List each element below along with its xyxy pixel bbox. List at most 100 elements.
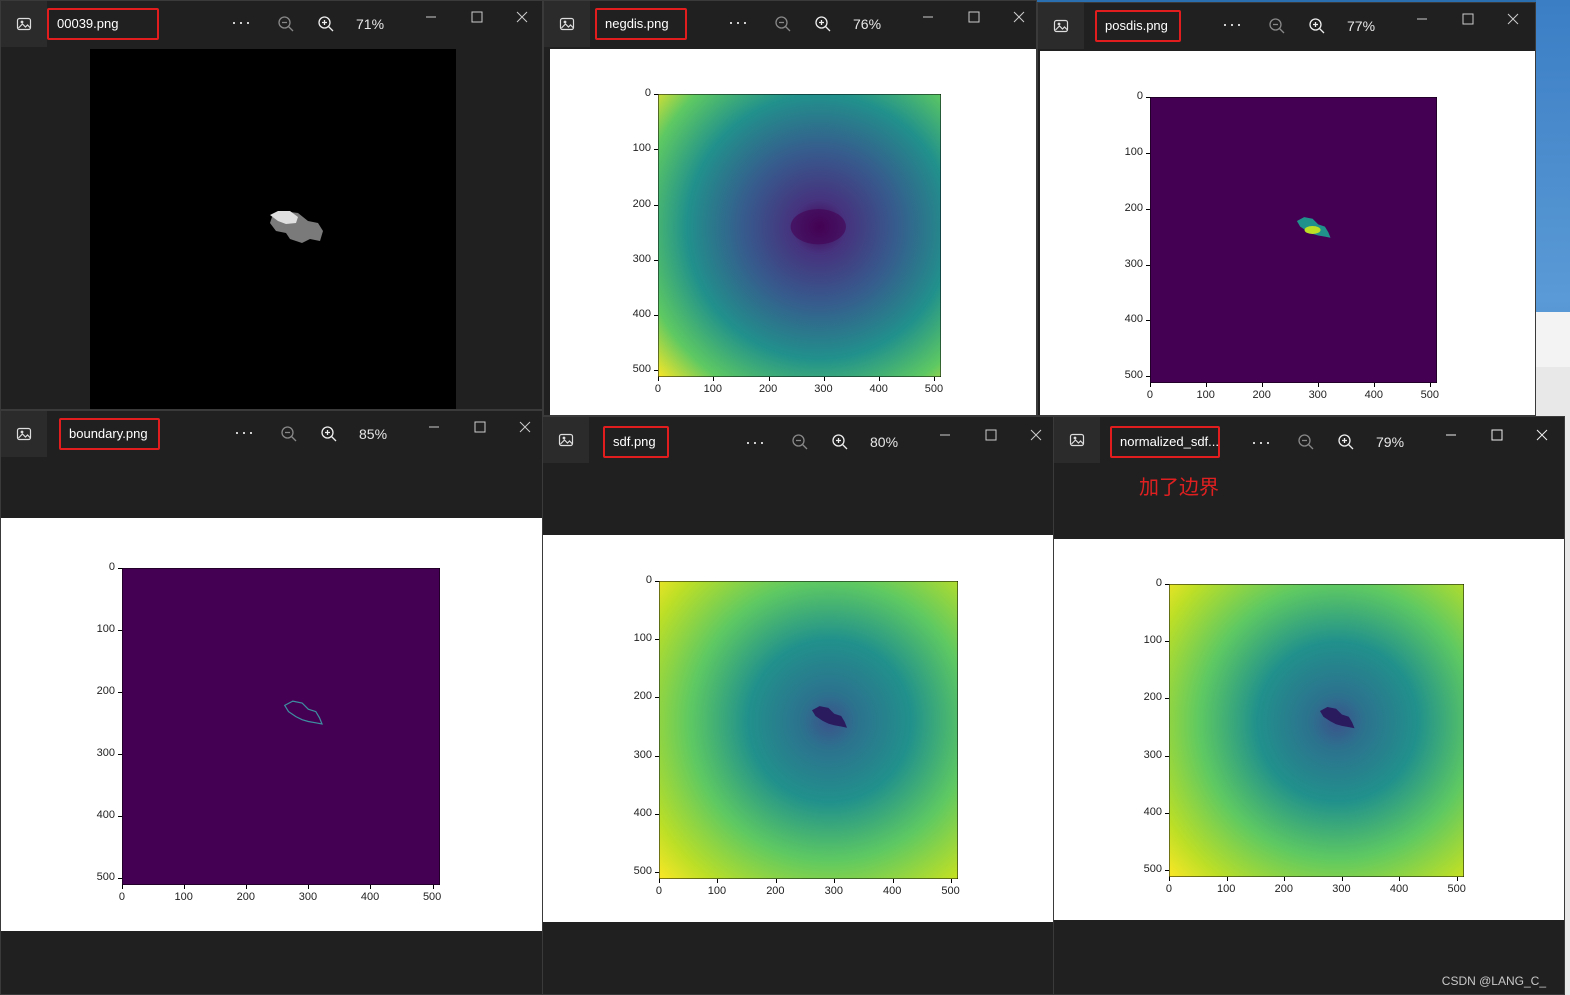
- close-icon[interactable]: [515, 417, 535, 437]
- image-app-icon: [1054, 417, 1100, 463]
- x-tick-label: 200: [1274, 883, 1293, 895]
- region-core: [790, 208, 846, 245]
- y-tick-label: 200: [632, 197, 651, 210]
- zoom-in-icon[interactable]: [317, 13, 335, 35]
- minimize-icon[interactable]: [918, 7, 938, 27]
- y-tick-mark: [1146, 97, 1150, 98]
- x-tick-label: 400: [882, 885, 902, 897]
- zoom-level[interactable]: 77%: [1347, 15, 1375, 37]
- more-options-button[interactable]: ···: [745, 431, 766, 453]
- more-options-button[interactable]: ···: [234, 421, 255, 443]
- y-tick-label: 200: [1124, 201, 1143, 214]
- maximize-icon[interactable]: [964, 7, 984, 27]
- file-tab[interactable]: 00039.png: [47, 8, 159, 40]
- y-tick-label: 100: [1124, 145, 1143, 158]
- y-tick-label: 100: [632, 142, 651, 155]
- x-tick-label: 0: [1165, 883, 1172, 895]
- title-bar[interactable]: negdis.png ··· 76%: [544, 1, 1036, 49]
- x-tick-label: 400: [869, 383, 888, 395]
- minimize-icon[interactable]: [1441, 425, 1461, 445]
- x-tick-mark: [370, 885, 372, 889]
- title-bar[interactable]: boundary.png ··· 85%: [1, 411, 542, 459]
- x-tick-mark: [768, 377, 770, 381]
- file-tab[interactable]: posdis.png: [1095, 10, 1181, 42]
- more-options-button[interactable]: ···: [231, 11, 252, 33]
- zoom-level[interactable]: 71%: [356, 13, 384, 35]
- minimize-icon[interactable]: [1412, 9, 1432, 29]
- y-tick-mark: [1146, 152, 1150, 154]
- y-tick-mark: [654, 315, 658, 317]
- zoom-level[interactable]: 85%: [359, 423, 387, 445]
- y-tick-label: 0: [645, 574, 652, 586]
- x-tick-mark: [1318, 383, 1320, 387]
- file-tab[interactable]: sdf.png: [603, 426, 669, 458]
- image-app-icon: [544, 1, 590, 47]
- maximize-icon[interactable]: [1487, 425, 1507, 445]
- x-tick-label: 200: [758, 383, 778, 395]
- x-tick-label: 500: [924, 383, 944, 395]
- heatmap-image: [122, 568, 440, 885]
- y-tick-label: 400: [1124, 313, 1143, 326]
- x-tick-mark: [1457, 877, 1459, 881]
- title-bar[interactable]: posdis.png ··· 77%: [1038, 3, 1535, 51]
- zoom-out-icon[interactable]: [1268, 15, 1286, 37]
- heatmap-field: [659, 581, 958, 879]
- more-options-button[interactable]: ···: [1251, 431, 1272, 453]
- more-options-button[interactable]: ···: [1222, 13, 1243, 35]
- more-options-button[interactable]: ···: [728, 11, 749, 33]
- y-tick-mark: [1146, 264, 1150, 266]
- x-tick-label: 200: [236, 891, 255, 903]
- image-viewer-window-normalized-sdf: normalized_sdf... ··· 79% 加了边界 0 100 200 30…: [1053, 416, 1565, 995]
- image-app-icon: [1, 411, 47, 457]
- zoom-level[interactable]: 80%: [870, 431, 898, 453]
- file-tab[interactable]: boundary.png: [59, 418, 160, 450]
- zoom-level[interactable]: 79%: [1376, 431, 1404, 453]
- zoom-out-icon[interactable]: [791, 431, 809, 453]
- x-tick-label: 100: [707, 885, 727, 897]
- heatmap-field: [1169, 584, 1464, 877]
- close-icon[interactable]: [512, 7, 532, 27]
- zoom-in-icon[interactable]: [320, 423, 338, 445]
- file-tab[interactable]: normalized_sdf...: [1110, 426, 1220, 458]
- y-tick-label: 200: [96, 684, 115, 697]
- region-peak: [1304, 225, 1321, 234]
- close-icon[interactable]: [1009, 7, 1029, 27]
- x-tick-label: 300: [824, 885, 843, 897]
- y-tick-mark: [1165, 641, 1169, 643]
- y-tick-label: 400: [632, 308, 651, 321]
- x-tick-mark: [1150, 383, 1151, 387]
- y-tick-mark: [655, 581, 659, 582]
- x-tick-label: 500: [1447, 883, 1466, 895]
- y-tick-label: 500: [1143, 863, 1162, 876]
- y-tick-mark: [1146, 208, 1150, 210]
- zoom-out-icon[interactable]: [1297, 431, 1315, 453]
- close-icon[interactable]: [1503, 9, 1523, 29]
- maximize-icon[interactable]: [467, 7, 487, 27]
- title-bar[interactable]: sdf.png ··· 80%: [543, 417, 1053, 465]
- zoom-out-icon[interactable]: [774, 13, 792, 35]
- zoom-in-icon[interactable]: [1308, 15, 1326, 37]
- x-tick-label: 400: [1389, 883, 1409, 895]
- zoom-in-icon[interactable]: [814, 13, 832, 35]
- close-icon[interactable]: [1532, 425, 1552, 445]
- zoom-out-icon[interactable]: [280, 423, 298, 445]
- heatmap-image: [659, 581, 958, 879]
- y-tick-label: 300: [96, 746, 115, 759]
- maximize-icon[interactable]: [470, 417, 490, 437]
- x-tick-mark: [1169, 877, 1170, 881]
- zoom-out-icon[interactable]: [277, 13, 295, 35]
- minimize-icon[interactable]: [935, 425, 955, 445]
- file-name: sdf.png: [613, 434, 656, 449]
- minimize-icon[interactable]: [421, 7, 441, 27]
- title-bar[interactable]: 00039.png ··· 71%: [1, 1, 542, 49]
- maximize-icon[interactable]: [981, 425, 1001, 445]
- title-bar[interactable]: normalized_sdf... ··· 79%: [1054, 417, 1564, 465]
- maximize-icon[interactable]: [1458, 9, 1478, 29]
- minimize-icon[interactable]: [424, 417, 444, 437]
- file-tab[interactable]: negdis.png: [595, 8, 687, 40]
- zoom-level[interactable]: 76%: [853, 13, 881, 35]
- zoom-in-icon[interactable]: [1337, 431, 1355, 453]
- close-icon[interactable]: [1026, 425, 1046, 445]
- zoom-in-icon[interactable]: [831, 431, 849, 453]
- y-tick-mark: [655, 697, 659, 699]
